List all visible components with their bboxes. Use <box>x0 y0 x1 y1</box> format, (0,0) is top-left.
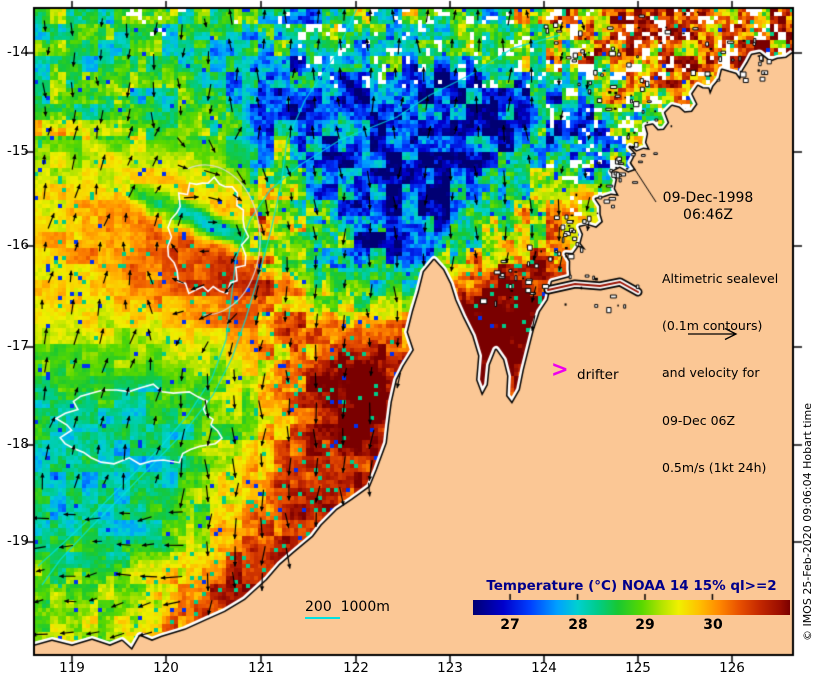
y-axis-tick-label: -15 <box>6 143 29 159</box>
colorbar-tick-label: 30 <box>703 617 723 633</box>
altimetric-note-line: and velocity for <box>662 365 760 381</box>
y-axis-tick-label: -19 <box>6 533 29 549</box>
x-axis-tick-label: 126 <box>719 660 745 676</box>
x-axis-tick-label: 123 <box>437 660 463 676</box>
colorbar-tick-label: 29 <box>635 617 655 633</box>
depth-contour-label: 200 1000m <box>305 599 390 615</box>
depth-contour-underline <box>305 617 340 619</box>
altimetric-note-line: 0.5m/s (1kt 24h) <box>662 460 767 476</box>
altimetric-note: Altimetric sealevel (0.1m contours) and … <box>662 239 778 508</box>
colorbar-tick-label: 27 <box>500 617 520 633</box>
drifter-label: drifter <box>577 367 619 383</box>
altimetric-note-line: Altimetric sealevel <box>662 270 779 286</box>
colorbar-tick-label: 28 <box>568 617 588 633</box>
y-axis-tick-label: -14 <box>6 44 29 60</box>
sst-map-page: 09-Dec-1998 06:46Z Altimetric sealevel (0… <box>0 0 820 680</box>
x-axis-tick-label: 119 <box>59 660 85 676</box>
date-label: 09-Dec-1998 <box>662 190 754 206</box>
x-axis-tick-label: 122 <box>343 660 369 676</box>
time-label: 06:46Z <box>683 207 733 223</box>
x-axis-tick-label: 124 <box>531 660 557 676</box>
drifter-marker-icon: > <box>551 356 569 382</box>
copyright-vertical-label: © IMOS 25-Feb-2020 09:06:04 Hobart time <box>801 402 814 642</box>
colorbar-title: Temperature (°C) NOAA 14 15% ql>=2 <box>486 578 777 594</box>
datetime-annotation: 09-Dec-1998 06:46Z <box>656 190 760 224</box>
x-axis-tick-label: 125 <box>625 660 651 676</box>
y-axis-tick-label: -18 <box>6 436 29 452</box>
y-axis-tick-label: -17 <box>6 338 29 354</box>
colorbar-gradient <box>473 600 790 615</box>
velocity-scale-arrow-icon <box>666 306 740 364</box>
altimetric-note-line: 09-Dec 06Z <box>662 412 736 428</box>
x-axis-tick-label: 120 <box>153 660 179 676</box>
y-axis-tick-label: -16 <box>6 237 29 253</box>
x-axis-tick-label: 121 <box>248 660 274 676</box>
